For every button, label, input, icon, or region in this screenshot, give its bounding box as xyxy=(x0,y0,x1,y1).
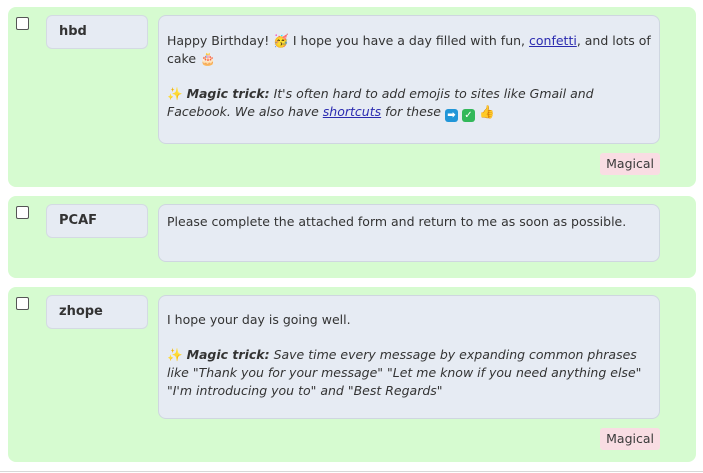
message-text: I hope you have a day filled with fun, xyxy=(292,33,526,48)
row-checkbox[interactable] xyxy=(16,297,29,310)
thumbs-up-icon: 👍 xyxy=(478,104,495,119)
snippet-message[interactable]: Happy Birthday! 🥳 I hope you have a day … xyxy=(158,15,660,144)
party-face-icon: 🥳 xyxy=(273,33,289,48)
sparkles-icon: ✨ xyxy=(167,347,183,362)
message-text: Happy Birthday! xyxy=(167,33,270,48)
snippet-row: PCAF Please complete the attached form a… xyxy=(8,196,696,278)
shortcut-name[interactable]: PCAF xyxy=(46,204,148,238)
shortcut-name[interactable]: hbd xyxy=(46,15,148,49)
snippet-message[interactable]: Please complete the attached form and re… xyxy=(158,204,660,262)
shortcuts-link[interactable]: shortcuts xyxy=(323,104,381,119)
tag-badge[interactable]: Magical xyxy=(600,153,660,175)
tag-badge[interactable]: Magical xyxy=(600,428,660,450)
magic-trick-text: for these xyxy=(385,104,441,119)
confetti-link[interactable]: confetti xyxy=(529,33,577,48)
message-text: Please complete the attached form and re… xyxy=(167,214,627,229)
row-checkbox[interactable] xyxy=(16,206,29,219)
message-text: I hope your day is going well. xyxy=(167,312,351,327)
row-checkbox[interactable] xyxy=(16,17,29,30)
snippet-row: hbd Happy Birthday! 🥳 I hope you have a … xyxy=(8,7,696,187)
magic-trick-label: Magic trick: xyxy=(186,86,270,101)
arrow-right-icon: ➡ xyxy=(444,109,458,122)
snippet-message[interactable]: I hope your day is going well. ✨ Magic t… xyxy=(158,295,660,419)
sparkles-icon: ✨ xyxy=(167,86,183,101)
cake-icon: 🎂 xyxy=(200,51,216,66)
magic-trick-label: Magic trick: xyxy=(186,347,270,362)
snippet-row: zhope I hope your day is going well. ✨ M… xyxy=(8,287,696,462)
shortcut-name[interactable]: zhope xyxy=(46,295,148,329)
check-box-icon: ✓ xyxy=(461,109,475,122)
divider xyxy=(0,471,703,472)
